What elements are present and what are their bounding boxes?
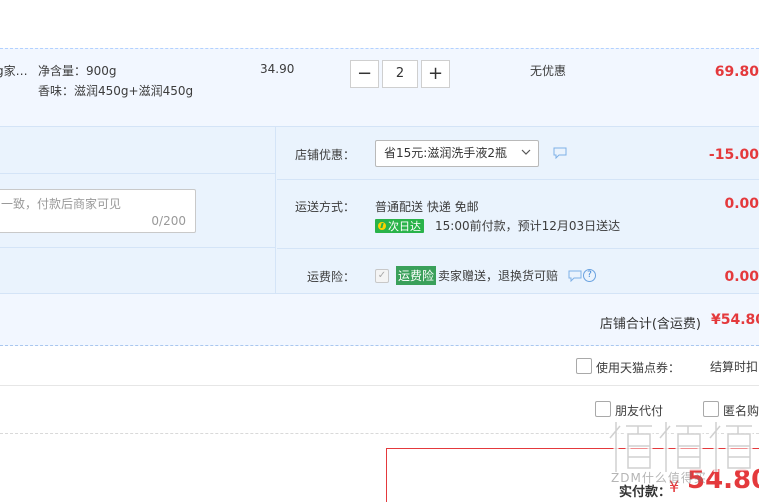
shipping-label: 运送方式： — [294, 200, 355, 214]
message-char-counter: 0/200 — [151, 214, 186, 228]
anonymous-purchase-label: 匿名购 — [723, 404, 759, 418]
shipping-method: 普通配送 快递 免邮 — [375, 200, 479, 214]
shipping-row: 运送方式： 普通配送 快递 免邮 次日达 15:00前付款，预计12月03日送达… — [277, 180, 759, 249]
buyer-message-input[interactable]: 一致，付款后商家可见 0/200 — [0, 189, 196, 233]
store-coupon-label: 店铺优惠： — [294, 148, 355, 162]
shipping-eta: 次日达 15:00前付款，预计12月03日送达 — [375, 217, 620, 234]
watermark-site-text: ZDM什么值得买 — [611, 471, 707, 485]
decrease-qty-button[interactable]: − — [350, 60, 379, 88]
item-subtotal: 69.80 — [714, 64, 759, 80]
payment-options-row: 朋友代付 匿名购 — [0, 386, 759, 434]
store-total-row: 店铺合计(含运费) ¥54.80 — [0, 293, 759, 346]
item-promotion: 无优惠 — [530, 64, 567, 78]
order-item-row: g家… 净含量：900g 香味：滋润450g+滋润450g 34.90 − 2 … — [0, 48, 759, 126]
divider — [0, 173, 276, 174]
divider — [0, 247, 276, 248]
help-icon[interactable]: ? — [583, 269, 596, 282]
shipping-amount: 0.00 — [724, 196, 759, 212]
shipping-insurance-row: 运费险： ✓ 运费险 卖家赠送，退换货可赔 ? 0.00 — [277, 249, 759, 294]
tmall-points-checkbox[interactable] — [576, 358, 592, 374]
chat-icon[interactable] — [553, 147, 567, 159]
chevron-down-icon — [521, 149, 531, 155]
insurance-checkbox[interactable]: ✓ — [375, 269, 389, 283]
increase-qty-button[interactable]: + — [421, 60, 450, 88]
tmall-points-deduct-note: 结算时扣 — [710, 360, 759, 374]
order-options-area: 一致，付款后商家可见 0/200 店铺优惠： 省15元:滋润洗手液2瓶 -15.… — [0, 126, 759, 294]
friend-pay-label: 朋友代付 — [615, 404, 664, 418]
spec-scent: 香味：滋润450g+滋润450g — [38, 84, 194, 98]
insurance-amount: 0.00 — [724, 269, 759, 285]
next-day-badge-text: 次日达 — [388, 219, 421, 233]
quantity-stepper: − 2 + — [350, 60, 450, 88]
insurance-label: 运费险： — [306, 270, 355, 284]
tmall-points-label: 使用天猫点券： — [596, 361, 681, 375]
insurance-description: 卖家赠送，退换货可赔 — [438, 269, 559, 283]
quantity-input[interactable]: 2 — [382, 60, 418, 88]
store-total-value: ¥54.80 — [710, 312, 759, 328]
insurance-tag: 运费险 — [396, 266, 437, 285]
spec-net-content: 净含量：900g — [38, 64, 117, 78]
tmall-points-row: 使用天猫点券： 结算时扣 — [0, 346, 759, 386]
product-name[interactable]: g家… — [0, 62, 28, 79]
anonymous-purchase-checkbox[interactable] — [703, 401, 719, 417]
next-day-badge: 次日达 — [375, 218, 424, 233]
store-coupon-amount: -15.00 — [708, 147, 759, 163]
delivery-estimate: 15:00前付款，预计12月03日送达 — [435, 219, 621, 233]
store-total-label: 店铺合计(含运费) — [599, 317, 701, 332]
store-coupon-row: 店铺优惠： 省15元:滋润洗手液2瓶 -15.00 — [277, 127, 759, 180]
store-coupon-selected: 省15元:滋润洗手液2瓶 — [384, 146, 507, 160]
lightning-icon — [378, 221, 386, 230]
friend-pay-checkbox[interactable] — [595, 401, 611, 417]
unit-price: 34.90 — [260, 62, 295, 76]
chat-icon[interactable] — [568, 270, 582, 282]
buyer-message-panel: 一致，付款后商家可见 0/200 — [0, 127, 276, 294]
store-coupon-select[interactable]: 省15元:滋润洗手液2瓶 — [375, 140, 539, 167]
message-placeholder: 一致，付款后商家可见 — [1, 197, 122, 211]
